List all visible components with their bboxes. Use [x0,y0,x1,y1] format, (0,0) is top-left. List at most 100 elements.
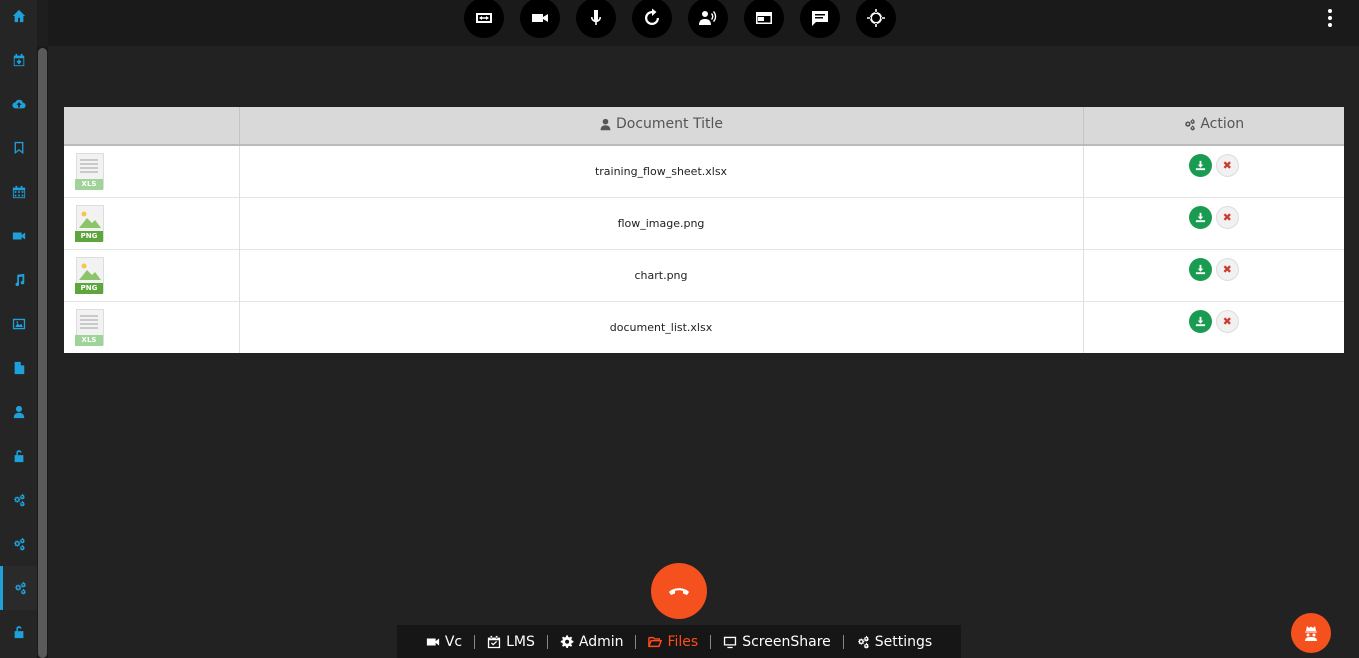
gear-icon [560,634,574,648]
documents-table-container: Document Title Action XLS training_flow_… [64,107,1344,353]
png-file-icon: PNG [75,205,104,242]
unlock-icon[interactable] [0,610,37,654]
top-toolbar [48,0,1359,46]
table-row: PNG chart.png ✖ [64,249,1344,301]
action-cell: ✖ [1083,197,1344,249]
xls-file-icon: XLS [75,309,104,347]
microphone-icon[interactable] [576,0,616,38]
download-button[interactable] [1188,153,1212,177]
sidebar-menu [0,0,37,658]
nav-settings[interactable]: Settings [844,634,944,650]
cloud-upload-icon[interactable] [0,82,37,126]
file-type-label: XLS [75,335,103,347]
unlock-icon[interactable] [0,434,37,478]
file-type-cell: PNG [64,197,240,249]
file-type-label: XLS [75,179,103,191]
close-icon: ✖ [1222,158,1232,172]
more-options-icon[interactable] [1323,9,1337,27]
cogs-icon[interactable] [0,522,37,566]
file-type-label: PNG [75,283,103,294]
document-title: chart.png [239,249,1084,301]
phone-hangup-icon [669,588,689,595]
video-icon[interactable] [0,214,37,258]
nav-admin[interactable]: Admin [548,634,636,650]
file-type-cell: PNG [64,249,240,301]
end-call-button[interactable] [651,563,707,619]
delete-button[interactable]: ✖ [1215,153,1239,177]
file-type-cell: XLS [64,301,240,353]
cogs-icon[interactable] [0,478,37,522]
delete-button[interactable]: ✖ [1215,205,1239,229]
crosshair-icon[interactable] [856,0,896,38]
sidebar-scroll-thumb[interactable] [38,48,47,658]
nav-admin-label: Admin [578,633,624,650]
close-icon: ✖ [1222,262,1232,276]
download-icon [1195,212,1205,222]
folder-open-icon [648,636,663,647]
png-file-icon: PNG [75,257,104,294]
music-icon[interactable] [0,258,37,302]
home-icon[interactable] [0,0,37,38]
download-icon [1195,160,1205,170]
documents-table: Document Title Action XLS training_flow_… [64,107,1344,353]
nav-lms[interactable]: LMS [475,634,547,650]
nav-settings-label: Settings [874,633,933,650]
refresh-icon[interactable] [632,0,672,38]
user-secret-icon [1305,626,1317,641]
header-document-title[interactable]: Document Title [239,107,1084,145]
desktop-icon [724,636,737,648]
download-icon [1195,264,1205,274]
header-action-label: Action [1200,116,1245,133]
file-type-label: PNG [75,231,103,242]
video-camera-icon[interactable] [520,0,560,38]
file-type-cell: XLS [64,145,240,197]
window-icon[interactable] [744,0,784,38]
nav-screenshare-label: ScreenShare [742,633,831,650]
table-row: XLS document_list.xlsx ✖ [64,301,1344,353]
nav-vc-label: Vc [444,633,463,650]
nav-screenshare[interactable]: ScreenShare [711,634,843,650]
cogs-icon [1185,118,1196,131]
download-button[interactable] [1188,257,1212,281]
action-cell: ✖ [1083,249,1344,301]
calendar-check-icon [487,635,501,648]
xls-file-icon: XLS [75,153,104,191]
bottom-nav: Vc LMS Admin Files ScreenShare Settings [397,625,961,658]
table-header-row: Document Title Action [64,107,1344,145]
document-title: flow_image.png [239,197,1084,249]
download-button[interactable] [1188,309,1212,333]
delete-button[interactable]: ✖ [1215,309,1239,333]
nav-files[interactable]: Files [636,634,710,650]
document-title: training_flow_sheet.xlsx [239,145,1084,197]
nav-files-label: Files [667,633,699,650]
action-cell: ✖ [1083,145,1344,197]
calendar-icon[interactable] [0,170,37,214]
table-row: XLS training_flow_sheet.xlsx ✖ [64,145,1344,197]
image-icon[interactable] [0,302,37,346]
sidebar-scrollbar[interactable] [37,46,48,658]
speaker-user-icon[interactable] [688,0,728,38]
sidebar [0,0,48,658]
support-button[interactable] [1291,613,1331,653]
download-button[interactable] [1188,205,1212,229]
nav-vc[interactable]: Vc [414,634,474,650]
download-icon [1195,316,1205,326]
delete-button[interactable]: ✖ [1215,257,1239,281]
header-title-label: Document Title [616,116,723,133]
action-cell: ✖ [1083,301,1344,353]
nav-lms-label: LMS [506,633,535,650]
cogs-icon [857,635,869,648]
calendar-plus-icon[interactable] [0,38,37,82]
user-icon [600,118,611,130]
bookmark-icon[interactable] [0,126,37,170]
chat-icon[interactable] [800,0,840,38]
file-icon[interactable] [0,346,37,390]
close-icon: ✖ [1222,314,1232,328]
header-action: Action [1083,107,1344,145]
document-title: document_list.xlsx [239,301,1084,353]
cogs-icon[interactable] [0,566,37,610]
table-row: PNG flow_image.png ✖ [64,197,1344,249]
user-icon[interactable] [0,390,37,434]
expand-arrows-icon[interactable] [464,0,504,38]
video-icon [426,638,439,645]
